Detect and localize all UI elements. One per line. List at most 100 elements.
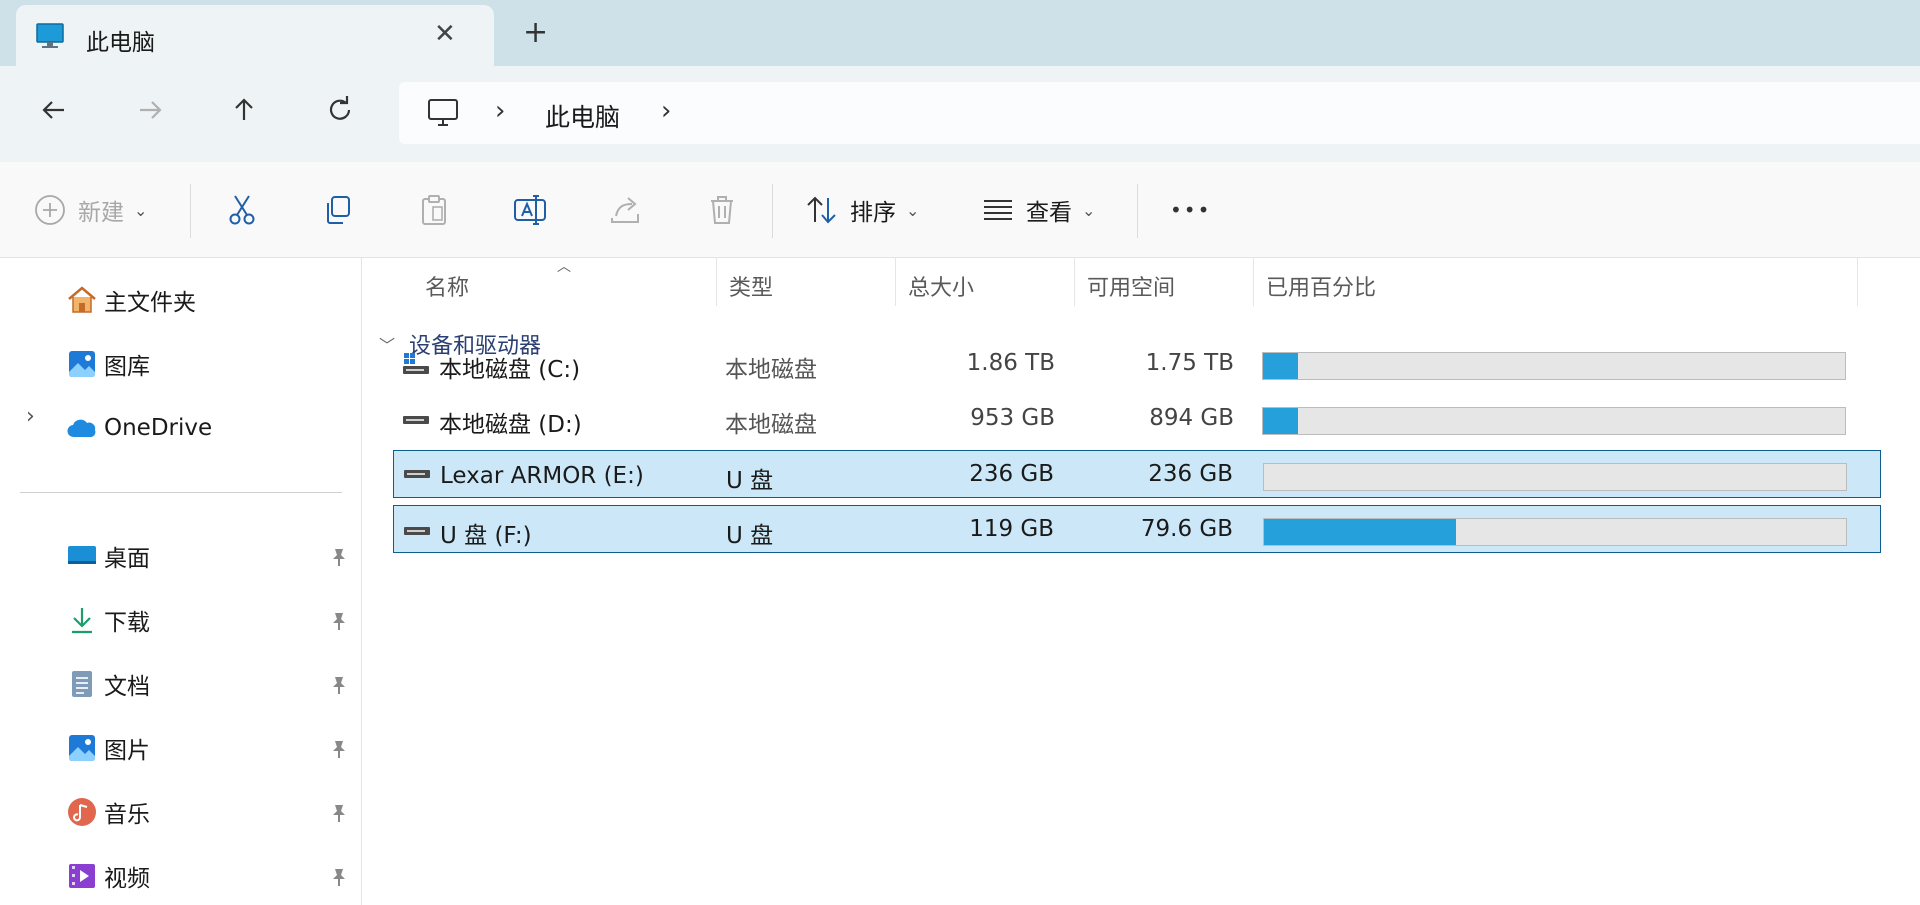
drive-type: U 盘 xyxy=(726,523,774,549)
sidebar-item-label: 主文件夹 xyxy=(104,290,196,316)
close-tab-button[interactable]: ✕ xyxy=(434,21,456,47)
new-button[interactable]: 新建 ⌄ xyxy=(32,190,147,230)
copy-button[interactable] xyxy=(320,190,356,230)
up-button[interactable] xyxy=(224,90,264,130)
chevron-down-icon: ⌄ xyxy=(1082,200,1096,220)
trash-icon xyxy=(711,196,733,224)
usb-drive-icon xyxy=(402,518,440,548)
sidebar-item-music[interactable]: 音乐 xyxy=(66,792,150,832)
copy-icon xyxy=(327,196,350,224)
sidebar-item-label: 文档 xyxy=(104,674,150,700)
drive-type: 本地磁盘 xyxy=(725,357,817,383)
computer-outline-icon xyxy=(428,99,458,126)
onedrive-icon xyxy=(67,419,96,438)
drive-name: Lexar ARMOR (E:) xyxy=(402,461,644,491)
drive-name: 本地磁盘 (C:) xyxy=(401,350,580,384)
sidebar-item-pictures[interactable]: 图片 xyxy=(66,728,150,768)
divider xyxy=(772,184,773,238)
sidebar-item-downloads[interactable]: 下载 xyxy=(66,600,150,640)
divider xyxy=(20,492,342,493)
drive-free-space: 236 GB xyxy=(1148,461,1233,487)
divider xyxy=(1137,184,1138,238)
column-divider[interactable] xyxy=(1857,258,1858,306)
pin-icon[interactable] xyxy=(328,866,350,888)
sidebar-item-desktop[interactable]: 桌面 xyxy=(66,536,150,576)
music-icon xyxy=(68,798,96,826)
column-header-type[interactable]: 类型 xyxy=(729,270,773,302)
column-header-name[interactable]: 名称 xyxy=(425,270,469,302)
sidebar-item-label: 桌面 xyxy=(104,546,150,572)
column-header-total-size[interactable]: 总大小 xyxy=(908,270,974,302)
sidebar-item-videos[interactable]: 视频 xyxy=(66,856,150,896)
breadcrumb-this-pc[interactable]: 此电脑 xyxy=(545,98,620,134)
usage-bar xyxy=(1262,352,1846,380)
pin-icon[interactable] xyxy=(328,738,350,760)
expand-chevron-icon[interactable]: › xyxy=(26,404,35,429)
sidebar-item-label: 图库 xyxy=(104,354,150,380)
back-button[interactable] xyxy=(34,90,74,130)
more-options-button[interactable]: ••• xyxy=(1170,190,1211,230)
sidebar-item-label: 视频 xyxy=(104,866,150,892)
column-divider[interactable] xyxy=(895,258,896,306)
rename-icon xyxy=(514,195,546,225)
share-icon xyxy=(611,197,639,223)
view-button[interactable]: 查看 ⌄ xyxy=(980,190,1095,230)
sidebar-item-home[interactable]: 主文件夹 xyxy=(66,280,196,320)
arrow-up-icon xyxy=(235,98,253,120)
pictures-icon xyxy=(69,735,95,761)
column-header-percent-used[interactable]: 已用百分比 xyxy=(1266,270,1376,302)
column-divider[interactable] xyxy=(716,258,717,306)
drive-row[interactable]: U 盘 (F:) U 盘 119 GB 79.6 GB xyxy=(393,505,1881,553)
title-bar: 此电脑 ✕ + xyxy=(0,0,1920,66)
usage-bar xyxy=(1262,407,1846,435)
command-bar: 新建 ⌄ 排序 ⌄ 查看 ⌄ ••• xyxy=(0,162,1920,258)
drive-name-label: 本地磁盘 (C:) xyxy=(439,357,581,383)
forward-button[interactable] xyxy=(130,90,170,130)
navigation-bar: › 此电脑 › xyxy=(0,66,1920,162)
videos-icon xyxy=(69,864,95,888)
clipboard-icon xyxy=(422,195,446,225)
gallery-icon xyxy=(69,351,95,377)
drive-row[interactable]: 本地磁盘 (D:) 本地磁盘 953 GB 894 GB xyxy=(393,395,1881,443)
breadcrumb-chevron[interactable]: › xyxy=(495,96,505,126)
column-header-free-space[interactable]: 可用空间 xyxy=(1087,270,1175,302)
cut-button[interactable] xyxy=(224,190,260,230)
column-divider[interactable] xyxy=(1074,258,1075,306)
sidebar-item-onedrive[interactable]: OneDrive xyxy=(66,408,212,448)
pin-icon[interactable] xyxy=(328,610,350,632)
pin-icon[interactable] xyxy=(328,674,350,696)
pin-icon[interactable] xyxy=(328,802,350,824)
new-label: 新建 xyxy=(78,200,124,226)
sidebar-item-label: 音乐 xyxy=(104,802,150,828)
column-divider[interactable] xyxy=(1253,258,1254,306)
delete-button[interactable] xyxy=(704,190,740,230)
share-button[interactable] xyxy=(608,190,644,230)
arrow-right-icon xyxy=(140,101,162,119)
chevron-down-icon: ⌄ xyxy=(906,200,920,220)
sidebar-item-documents[interactable]: 文档 xyxy=(66,664,150,704)
refresh-icon xyxy=(329,96,351,120)
drive-total-size: 953 GB xyxy=(970,405,1055,431)
address-bar[interactable]: › 此电脑 › xyxy=(399,82,1920,144)
drive-type: U 盘 xyxy=(726,468,774,494)
usage-bar-fill xyxy=(1264,519,1457,545)
drive-total-size: 236 GB xyxy=(969,461,1054,487)
sort-button[interactable]: 排序 ⌄ xyxy=(804,190,919,230)
drive-name-label: 本地磁盘 (D:) xyxy=(439,412,582,438)
pin-icon[interactable] xyxy=(328,546,350,568)
drive-free-space: 894 GB xyxy=(1149,405,1234,431)
paste-button[interactable] xyxy=(416,190,452,230)
drive-row[interactable]: Lexar ARMOR (E:) U 盘 236 GB 236 GB xyxy=(393,450,1881,498)
rename-button[interactable] xyxy=(512,190,548,230)
new-tab-button[interactable]: + xyxy=(523,18,548,48)
tab-this-pc[interactable]: 此电脑 ✕ xyxy=(16,5,494,66)
drive-free-space: 79.6 GB xyxy=(1140,516,1233,542)
refresh-button[interactable] xyxy=(320,90,360,130)
sidebar-item-gallery[interactable]: 图库 xyxy=(66,344,150,384)
drive-row[interactable]: 本地磁盘 (C:) 本地磁盘 1.86 TB 1.75 TB xyxy=(393,340,1881,388)
usb-drive-icon xyxy=(402,461,440,491)
system-drive-icon xyxy=(401,352,439,382)
home-icon xyxy=(68,286,96,313)
drive-icon xyxy=(401,407,439,437)
breadcrumb-chevron[interactable]: › xyxy=(661,96,671,126)
